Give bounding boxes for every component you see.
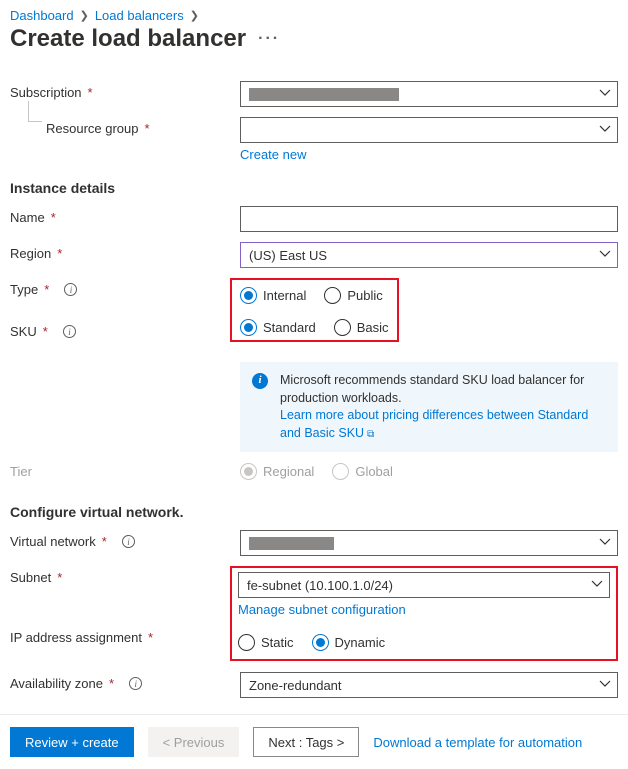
name-label: Name*: [10, 206, 240, 225]
az-select[interactable]: Zone-redundant: [240, 672, 618, 698]
sku-info-callout: i Microsoft recommends standard SKU load…: [240, 362, 618, 452]
sku-basic-radio[interactable]: Basic: [334, 319, 389, 336]
ip-assignment-label: IP address assignment*: [10, 626, 240, 645]
external-link-icon: ⧉: [367, 429, 374, 440]
sku-pricing-link[interactable]: Learn more about pricing differences bet…: [280, 408, 588, 440]
more-actions-icon[interactable]: ···: [258, 30, 280, 48]
type-internal-radio[interactable]: Internal: [240, 287, 306, 304]
info-icon[interactable]: [129, 677, 142, 690]
info-icon[interactable]: [64, 283, 77, 296]
vnet-select[interactable]: [240, 530, 618, 556]
region-label: Region*: [10, 242, 240, 261]
tier-regional-radio: Regional: [240, 463, 314, 480]
region-value: (US) East US: [249, 248, 327, 263]
subnet-select[interactable]: fe-subnet (10.100.1.0/24): [238, 572, 610, 598]
vnet-heading: Configure virtual network.: [10, 504, 618, 520]
download-template-link[interactable]: Download a template for automation: [373, 735, 582, 750]
ip-static-radio[interactable]: Static: [238, 634, 294, 651]
sku-label: SKU*: [10, 320, 240, 339]
chevron-down-icon: [599, 536, 611, 551]
type-public-radio[interactable]: Public: [324, 287, 382, 304]
page-title-text: Create load balancer: [10, 25, 246, 53]
chevron-down-icon: [599, 678, 611, 693]
type-label: Type*: [10, 278, 240, 297]
wizard-footer: Review + create < Previous Next : Tags >…: [0, 714, 628, 769]
review-create-button[interactable]: Review + create: [10, 727, 134, 757]
chevron-right-icon: ❯: [80, 9, 89, 22]
info-icon[interactable]: [122, 535, 135, 548]
chevron-down-icon: [591, 578, 603, 593]
az-value: Zone-redundant: [249, 678, 342, 693]
resource-group-label: Resource group*: [10, 117, 240, 136]
chevron-down-icon: [599, 248, 611, 263]
page-title: Create load balancer ···: [10, 25, 618, 53]
info-icon: i: [252, 373, 268, 389]
tier-label: Tier: [10, 460, 240, 479]
instance-details-heading: Instance details: [10, 180, 618, 196]
callout-text: Microsoft recommends standard SKU load b…: [280, 373, 584, 405]
name-input[interactable]: [240, 206, 618, 232]
ip-dynamic-radio[interactable]: Dynamic: [312, 634, 386, 651]
sku-standard-radio[interactable]: Standard: [240, 319, 316, 336]
type-sku-highlight: Internal Public Standard Basic: [230, 278, 399, 342]
breadcrumb: Dashboard ❯ Load balancers ❯: [10, 8, 618, 23]
chevron-right-icon: ❯: [190, 9, 199, 22]
chevron-down-icon: [599, 87, 611, 102]
chevron-down-icon: [599, 123, 611, 138]
subnet-ip-highlight: fe-subnet (10.100.1.0/24) Manage subnet …: [230, 566, 618, 661]
breadcrumb-dashboard[interactable]: Dashboard: [10, 8, 74, 23]
subnet-value: fe-subnet (10.100.1.0/24): [247, 578, 393, 593]
manage-subnet-link[interactable]: Manage subnet configuration: [238, 602, 406, 617]
az-label: Availability zone*: [10, 672, 240, 691]
subscription-select[interactable]: [240, 81, 618, 107]
subscription-label: Subscription*: [10, 81, 240, 100]
info-icon[interactable]: [63, 325, 76, 338]
region-select[interactable]: (US) East US: [240, 242, 618, 268]
breadcrumb-load-balancers[interactable]: Load balancers: [95, 8, 184, 23]
tier-global-radio: Global: [332, 463, 393, 480]
vnet-label: Virtual network*: [10, 530, 240, 549]
previous-button: < Previous: [148, 727, 240, 757]
redacted-value: [249, 88, 399, 101]
subnet-label: Subnet*: [10, 566, 240, 585]
create-new-link[interactable]: Create new: [240, 147, 306, 162]
redacted-value: [249, 537, 334, 550]
resource-group-select[interactable]: [240, 117, 618, 143]
next-button[interactable]: Next : Tags >: [253, 727, 359, 757]
